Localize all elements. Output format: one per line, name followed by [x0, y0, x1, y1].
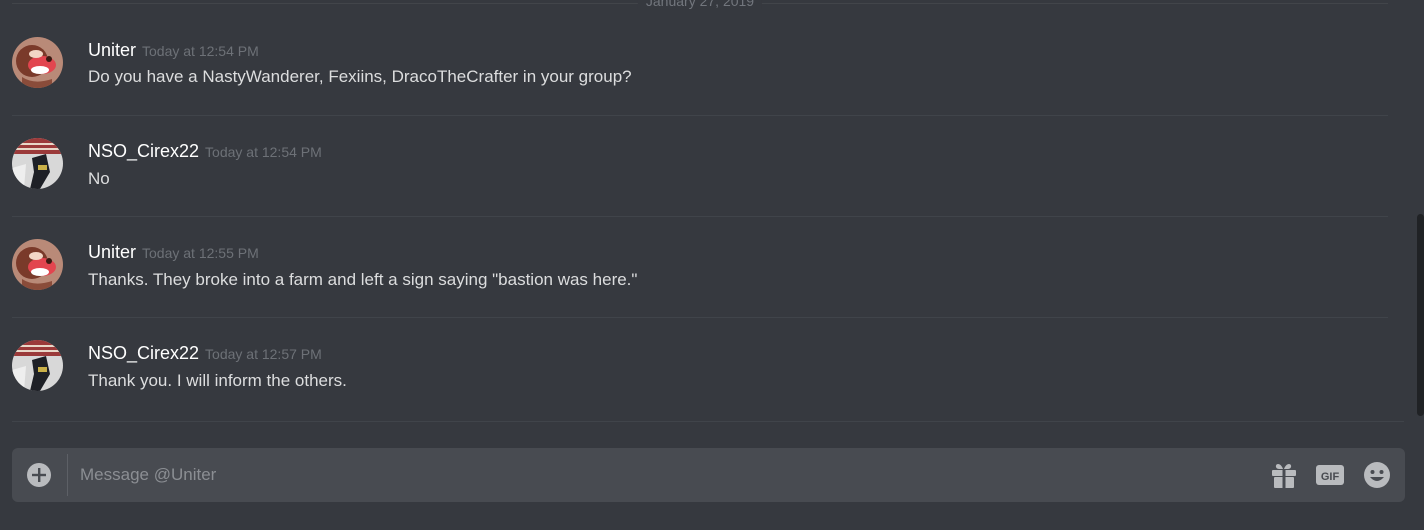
- date-label: January 27, 2019: [637, 0, 763, 9]
- gif-icon: GIF: [1316, 465, 1344, 485]
- message-content: Do you have a NastyWanderer, Fexiins, Dr…: [88, 67, 632, 86]
- timestamp: Today at 12:57 PM: [205, 346, 322, 362]
- username[interactable]: Uniter: [88, 242, 136, 262]
- message-header: NSO_Cirex22 Today at 12:57 PM: [88, 341, 322, 365]
- message-separator: [12, 317, 1388, 318]
- scrollbar-thumb[interactable]: [1417, 214, 1424, 416]
- uniter-avatar-image: [12, 239, 63, 290]
- gift-button[interactable]: [1269, 461, 1299, 489]
- nso-cirex22-avatar-image: [12, 138, 63, 189]
- upload-button[interactable]: [26, 462, 52, 488]
- avatar-nso-cirex22[interactable]: [12, 138, 63, 189]
- avatar-uniter[interactable]: [12, 239, 63, 290]
- date-divider: January 27, 2019: [12, 0, 1388, 9]
- avatar-uniter[interactable]: [12, 37, 63, 88]
- username[interactable]: NSO_Cirex22: [88, 141, 199, 161]
- message: NSO_Cirex22 Today at 12:57 PM Thank you. …: [0, 333, 1388, 434]
- timestamp: Today at 12:54 PM: [205, 144, 322, 160]
- emoji-button[interactable]: [1362, 461, 1392, 489]
- message-separator: [12, 115, 1388, 116]
- avatar-nso-cirex22[interactable]: [12, 340, 63, 391]
- username[interactable]: Uniter: [88, 40, 136, 60]
- gif-button[interactable]: GIF: [1315, 461, 1345, 489]
- message-header: Uniter Today at 12:55 PM: [88, 240, 259, 264]
- timestamp: Today at 12:54 PM: [142, 43, 259, 59]
- message-header: NSO_Cirex22 Today at 12:54 PM: [88, 139, 322, 163]
- gift-icon: [1272, 464, 1296, 488]
- message-list-end-separator: [12, 421, 1404, 422]
- svg-text:GIF: GIF: [1321, 471, 1340, 483]
- message-input[interactable]: [80, 456, 1240, 494]
- message-content: Thanks. They broke into a farm and left …: [88, 270, 638, 289]
- uniter-avatar-image: [12, 37, 63, 88]
- plus-circle-icon: [27, 463, 51, 487]
- message-content: Thank you. I will inform the others.: [88, 371, 347, 390]
- message-composer: GIF: [12, 448, 1405, 502]
- username[interactable]: NSO_Cirex22: [88, 343, 199, 363]
- emoji-icon: [1364, 462, 1390, 488]
- message-content: No: [88, 169, 110, 188]
- nso-cirex22-avatar-image: [12, 340, 63, 391]
- timestamp: Today at 12:55 PM: [142, 245, 259, 261]
- message-separator: [12, 216, 1388, 217]
- chat-window: January 27, 2019 Uniter Today at 12:54 PM…: [0, 0, 1424, 530]
- message-header: Uniter Today at 12:54 PM: [88, 38, 259, 62]
- composer-divider: [67, 454, 68, 496]
